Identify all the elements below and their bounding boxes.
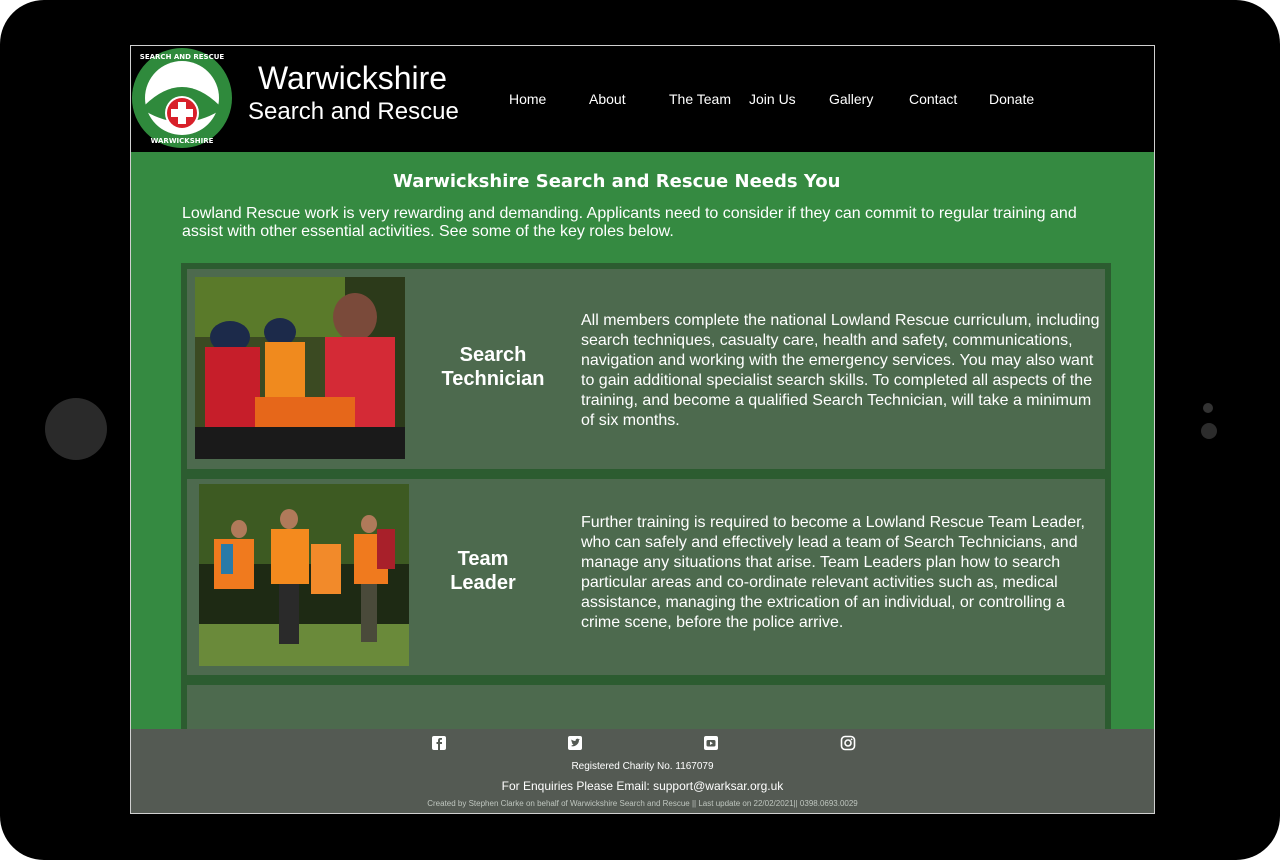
logo-badge[interactable]: SEARCH AND RESCUE WARWICKSHIRE bbox=[131, 47, 233, 149]
site-footer: Registered Charity No. 1167079 For Enqui… bbox=[131, 729, 1154, 813]
camera-lens bbox=[1201, 423, 1217, 439]
facebook-icon[interactable] bbox=[431, 735, 447, 751]
twitter-icon[interactable] bbox=[567, 735, 583, 751]
logo-text-bottom: WARWICKSHIRE bbox=[151, 137, 214, 145]
role-title-line2: Leader bbox=[450, 572, 516, 594]
role-description-search-technician: All members complete the national Lowlan… bbox=[581, 312, 1100, 429]
nav-item-gallery[interactable]: Gallery bbox=[829, 91, 873, 107]
nav-item-donate[interactable]: Donate bbox=[989, 91, 1034, 107]
site-title-line1: Warwickshire bbox=[258, 60, 448, 96]
nav-item-the-team[interactable]: The Team bbox=[669, 91, 731, 107]
nav-item-home[interactable]: Home bbox=[509, 91, 546, 107]
role-card-team-leader: Team Leader Further training is required… bbox=[187, 479, 1105, 675]
youtube-icon[interactable] bbox=[703, 735, 719, 751]
page-title: Warwickshire Search and Rescue Needs You bbox=[393, 171, 841, 192]
role-title-line1: Search bbox=[459, 344, 527, 366]
role-title-search-technician: Search Technician bbox=[423, 343, 563, 391]
nav-item-contact[interactable]: Contact bbox=[909, 91, 957, 107]
team-leader-photo bbox=[199, 484, 409, 666]
sensor-dot bbox=[1203, 403, 1213, 413]
tablet-frame: SEARCH AND RESCUE WARWICKSHIRE Warwicksh… bbox=[0, 0, 1280, 860]
role-description-team-leader: Further training is required to become a… bbox=[581, 514, 1085, 631]
role-title-team-leader: Team Leader bbox=[413, 547, 553, 595]
web-page: SEARCH AND RESCUE WARWICKSHIRE Warwicksh… bbox=[130, 45, 1155, 814]
site-header: SEARCH AND RESCUE WARWICKSHIRE Warwicksh… bbox=[131, 46, 1154, 152]
instagram-icon[interactable] bbox=[840, 735, 856, 751]
nav-item-join-us[interactable]: Join Us bbox=[749, 91, 796, 107]
intro-paragraph: Lowland Rescue work is very rewarding an… bbox=[182, 205, 1077, 240]
logo-text-top: SEARCH AND RESCUE bbox=[140, 53, 225, 61]
site-title-line2: Search and Rescue bbox=[248, 98, 459, 125]
nav-item-about[interactable]: About bbox=[589, 91, 626, 107]
enquiries-email[interactable]: For Enquiries Please Email: support@wark… bbox=[131, 779, 1154, 793]
home-hardware-button[interactable] bbox=[45, 398, 107, 460]
footer-credits: Created by Stephen Clarke on behalf of W… bbox=[427, 799, 858, 808]
search-technician-photo bbox=[195, 277, 405, 459]
role-title-line1: Team bbox=[457, 548, 509, 570]
role-title-line2: Technician bbox=[441, 368, 545, 390]
role-card-search-technician: Search Technician All members complete t… bbox=[187, 269, 1105, 469]
charity-number: Registered Charity No. 1167079 bbox=[571, 761, 714, 772]
